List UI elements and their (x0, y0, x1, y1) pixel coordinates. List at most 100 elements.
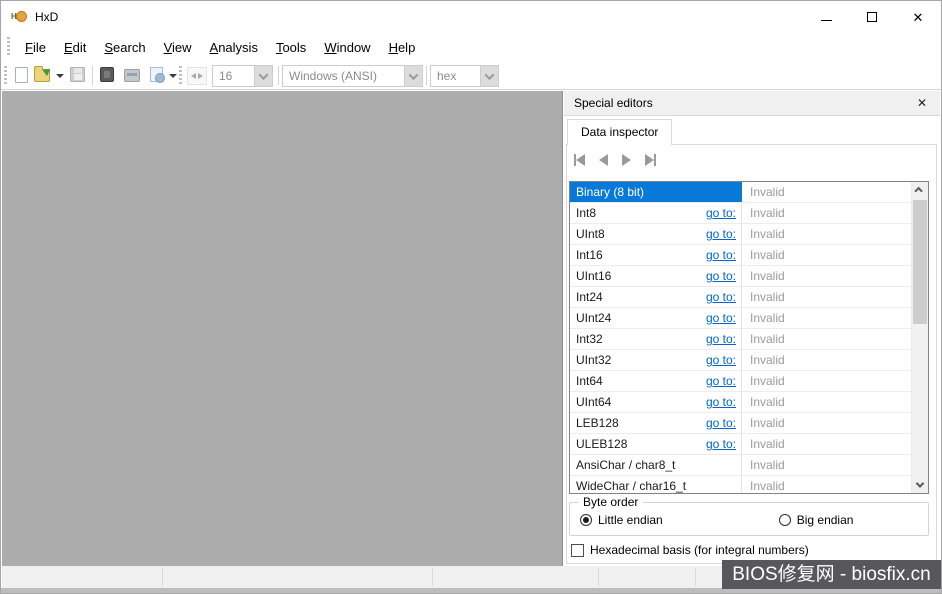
toolbar-grip-handle[interactable] (4, 66, 7, 86)
nav-previous-button[interactable] (599, 154, 608, 166)
inspector-row[interactable]: Int32go to: Invalid (570, 329, 911, 350)
ram-chip-icon (100, 67, 114, 82)
offset-base-combo[interactable]: hex (430, 65, 499, 87)
row-value[interactable]: Invalid (742, 371, 911, 391)
open-disk-button[interactable] (124, 67, 140, 83)
menu-tools[interactable]: Tools (267, 36, 315, 59)
inspector-row[interactable]: LEB128go to: Invalid (570, 413, 911, 434)
row-value[interactable]: Invalid (742, 287, 911, 307)
encoding-combo[interactable]: Windows (ANSI) (282, 65, 423, 87)
inspector-row[interactable]: Int16go to: Invalid (570, 245, 911, 266)
inspector-row[interactable]: UInt24go to: Invalid (570, 308, 911, 329)
bytes-per-row-button[interactable] (187, 67, 207, 83)
row-type-label: UInt16 (576, 269, 611, 283)
goto-link[interactable]: go to: (706, 416, 736, 430)
inspector-row[interactable]: UInt64go to: Invalid (570, 392, 911, 413)
inspector-row[interactable]: Binary (8 bit) Invalid (570, 182, 911, 203)
row-type-label: AnsiChar / char8_t (576, 458, 675, 472)
goto-link[interactable]: go to: (706, 353, 736, 367)
editor-workspace (2, 91, 563, 566)
nav-last-icon (645, 154, 654, 166)
open-file-button[interactable] (34, 67, 50, 83)
row-value[interactable]: Invalid (742, 413, 911, 433)
nav-last-button[interactable] (645, 154, 656, 166)
bytes-per-row-combo[interactable]: 16 (212, 65, 273, 87)
inspector-row[interactable]: Int24go to: Invalid (570, 287, 911, 308)
inspector-row[interactable]: UInt8go to: Invalid (570, 224, 911, 245)
inspector-row[interactable]: UInt32 go to: Invalid (570, 350, 911, 371)
goto-link[interactable]: go to: (706, 290, 736, 304)
goto-link[interactable]: go to: (706, 311, 736, 325)
scrollbar-thumb[interactable] (913, 200, 927, 324)
row-value[interactable]: Invalid (742, 182, 911, 202)
inspector-row[interactable]: Int8go to: Invalid (570, 203, 911, 224)
nav-first-button[interactable] (574, 154, 585, 166)
toolbar: 16 Windows (ANSI) hex (1, 61, 941, 90)
inspector-row[interactable]: AnsiChar / char8_t Invalid (570, 455, 911, 476)
row-value[interactable]: Invalid (742, 476, 911, 493)
menu-search[interactable]: Search (95, 36, 154, 59)
disk-image-dropdown-caret-icon[interactable] (169, 74, 177, 78)
goto-link[interactable]: go to: (706, 227, 736, 241)
chevron-down-icon (259, 70, 269, 80)
row-value[interactable]: Invalid (742, 455, 911, 475)
menu-analysis[interactable]: Analysis (201, 36, 267, 59)
menu-view[interactable]: View (155, 36, 201, 59)
inspector-row[interactable]: ULEB128go to: Invalid (570, 434, 911, 455)
menu-window[interactable]: Window (315, 36, 379, 59)
new-file-button[interactable] (13, 67, 29, 83)
menu-bar: File Edit Search View Analysis Tools Win… (1, 33, 941, 61)
close-button[interactable]: ✕ (895, 1, 941, 33)
goto-link[interactable]: go to: (706, 269, 736, 283)
minimize-button[interactable] (803, 1, 849, 33)
row-value[interactable]: Invalid (742, 203, 911, 223)
hex-basis-option[interactable]: Hexadecimal basis (for integral numbers) (571, 543, 809, 557)
row-value[interactable]: Invalid (742, 266, 911, 286)
menu-edit[interactable]: Edit (55, 36, 95, 59)
open-ram-button[interactable] (99, 67, 115, 83)
combo-drop-button[interactable] (254, 66, 272, 86)
hxd-logo-icon: Hx (11, 9, 27, 25)
byte-order-legend: Byte order (578, 495, 643, 509)
goto-link[interactable]: go to: (706, 374, 736, 388)
inspector-scrollbar[interactable] (911, 182, 928, 493)
open-disk-image-button[interactable] (149, 67, 165, 83)
row-value[interactable]: Invalid (742, 434, 911, 454)
menu-file[interactable]: File (16, 36, 55, 59)
scroll-up-button[interactable] (912, 182, 928, 199)
save-icon (70, 67, 85, 82)
save-button[interactable] (70, 67, 86, 83)
inspector-row[interactable]: Int64go to: Invalid (570, 371, 911, 392)
tab-data-inspector[interactable]: Data inspector (567, 119, 672, 145)
menubar-grip-handle[interactable] (7, 37, 10, 57)
inspector-row[interactable]: WideChar / char16_t Invalid (570, 476, 911, 493)
data-inspector-table: Binary (8 bit) Invalid Int8go to: Invali… (569, 181, 929, 494)
statusbar-divider (432, 568, 433, 586)
goto-link[interactable]: go to: (706, 248, 736, 262)
goto-link[interactable]: go to: (706, 395, 736, 409)
radio-little-endian[interactable]: Little endian (580, 513, 663, 527)
scroll-down-button[interactable] (912, 476, 928, 493)
inspector-row[interactable]: UInt16 go to: Invalid (570, 266, 911, 287)
row-type-label: UInt32 (576, 353, 611, 367)
row-value[interactable]: Invalid (742, 308, 911, 328)
maximize-button[interactable] (849, 1, 895, 33)
nav-next-button[interactable] (622, 154, 631, 166)
row-value[interactable]: Invalid (742, 392, 911, 412)
row-value[interactable]: Invalid (742, 245, 911, 265)
row-value[interactable]: Invalid (742, 350, 911, 370)
row-value[interactable]: Invalid (742, 329, 911, 349)
toolbar-grip-handle[interactable] (179, 66, 182, 86)
combo-drop-button[interactable] (480, 66, 498, 86)
menu-help[interactable]: Help (380, 36, 425, 59)
scroll-up-icon (914, 186, 922, 194)
radio-big-endian[interactable]: Big endian (779, 513, 854, 527)
goto-link[interactable]: go to: (706, 206, 736, 220)
byte-order-groupbox: Byte order Little endian Big endian (569, 502, 929, 536)
panel-close-button[interactable]: ✕ (912, 95, 932, 112)
goto-link[interactable]: go to: (706, 332, 736, 346)
open-dropdown-caret-icon[interactable] (56, 74, 64, 78)
combo-drop-button[interactable] (404, 66, 422, 86)
goto-link[interactable]: go to: (706, 437, 736, 451)
row-value[interactable]: Invalid (742, 224, 911, 244)
